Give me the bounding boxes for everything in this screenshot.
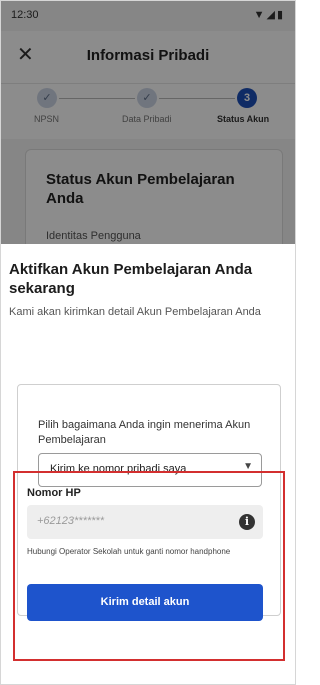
phone-number-value: +62123******* (37, 515, 104, 527)
phone-number-field: +62123******* i (27, 505, 263, 539)
highlight-box (13, 471, 285, 661)
phone-screen: 12:30 ▼◢▮ ✕ Informasi Pribadi ✓ NPSN ✓ D… (0, 0, 296, 685)
sheet-title: Aktifkan Akun Pembelajaran Anda sekarang (9, 261, 253, 297)
info-icon[interactable]: i (239, 514, 255, 530)
phone-helper-text: Hubungi Operator Sekolah untuk ganti nom… (27, 547, 231, 556)
phone-number-label: Nomor HP (27, 487, 81, 499)
activation-bottom-sheet: Aktifkan Akun Pembelajaran Anda sekarang… (1, 244, 295, 684)
sheet-description: Kami akan kirimkan detail Akun Pembelaja… (9, 306, 261, 318)
send-account-details-button[interactable]: Kirim detail akun (27, 584, 263, 621)
delivery-method-label: Pilih bagaimana Anda ingin menerima Akun… (38, 419, 251, 446)
modal-scrim[interactable] (1, 1, 295, 246)
